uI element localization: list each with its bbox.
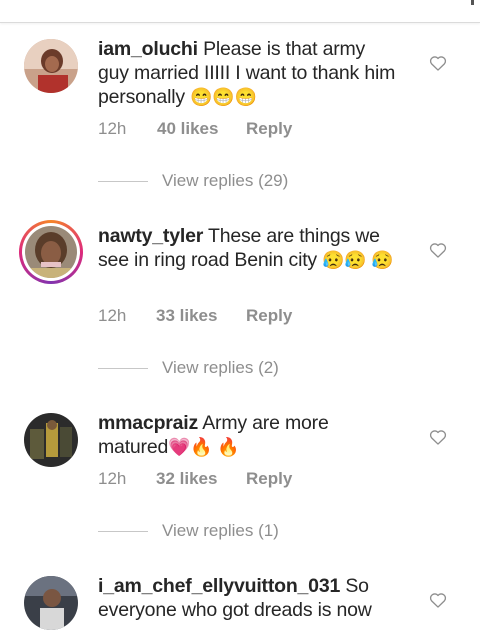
comment-text: i_am_chef_ellyvuitton_031 So everyone wh… [98, 574, 398, 622]
comment-emoji: 😁😁😁 [190, 87, 257, 107]
comment-time: 12h [98, 469, 127, 488]
avatar-image [24, 576, 78, 630]
comment-text: mmacpraiz Army are more matured💗🔥 🔥 [98, 411, 398, 459]
view-replies-label: View replies (29) [162, 171, 289, 190]
comment-username[interactable]: nawty_tyler [98, 225, 203, 247]
view-replies-label: View replies (1) [162, 521, 279, 540]
like-count[interactable]: 33 likes [156, 306, 217, 326]
heart-outline-icon[interactable] [428, 590, 448, 610]
reply-button[interactable]: Reply [246, 306, 292, 326]
avatar[interactable] [24, 413, 78, 467]
avatar-with-story-ring[interactable] [19, 220, 83, 284]
comment-time: 12h [98, 119, 127, 138]
avatar [25, 226, 77, 278]
comment-username[interactable]: mmacpraiz [98, 412, 198, 434]
heart-outline-icon[interactable] [428, 240, 448, 260]
comment-text: nawty_tyler These are things we see in r… [98, 224, 398, 272]
comment-username[interactable]: iam_oluchi [98, 38, 198, 60]
like-count[interactable]: 32 likes [156, 469, 217, 489]
comment-time: 12h [98, 306, 127, 325]
avatar[interactable] [24, 39, 78, 93]
replies-divider [98, 531, 148, 532]
reply-button[interactable]: Reply [246, 469, 292, 489]
view-replies-label: View replies (2) [162, 358, 279, 377]
comment-emoji: 💗🔥 🔥 [168, 437, 240, 457]
avatar-image [24, 413, 78, 467]
heart-outline-icon[interactable] [428, 53, 448, 73]
replies-divider [98, 368, 148, 369]
avatar-image [24, 39, 78, 93]
comment-username[interactable]: i_am_chef_ellyvuitton_031 [98, 575, 340, 597]
top-bar-edge [471, 0, 474, 5]
like-count[interactable]: 40 likes [157, 119, 218, 139]
replies-divider [98, 181, 148, 182]
comment-emoji: 😥😥 😥 [322, 250, 394, 270]
top-bar [0, 0, 480, 23]
avatar-image [25, 226, 77, 278]
reply-button[interactable]: Reply [246, 119, 292, 139]
comment-text: iam_oluchi Please is that army guy marri… [98, 37, 398, 109]
heart-outline-icon[interactable] [428, 427, 448, 447]
avatar[interactable] [24, 576, 78, 630]
